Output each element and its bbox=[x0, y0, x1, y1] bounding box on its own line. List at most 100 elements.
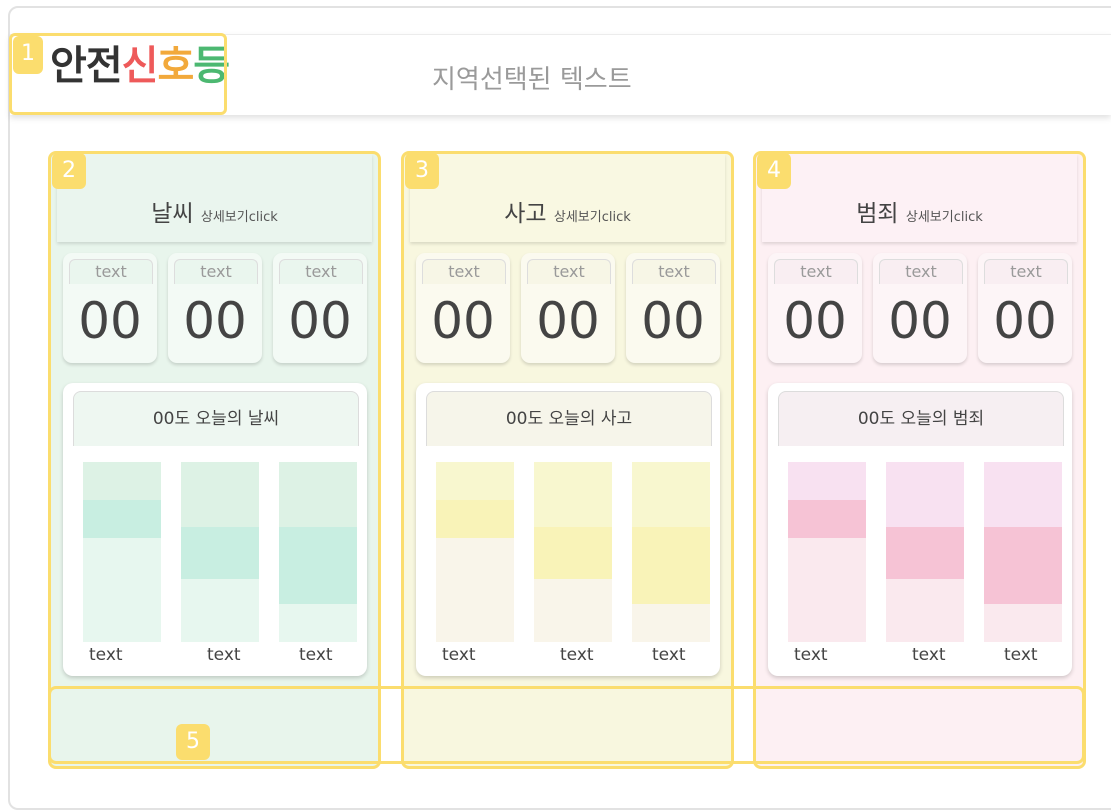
bar-label: text bbox=[560, 645, 594, 665]
bar-fill-segment bbox=[83, 500, 161, 538]
bar-label: text bbox=[299, 645, 333, 665]
annotation-badge-5: 5 bbox=[176, 724, 210, 760]
stat-label: text bbox=[422, 259, 506, 284]
bar-top-segment bbox=[886, 462, 964, 527]
bar-column bbox=[181, 462, 259, 642]
bar-fill-segment bbox=[436, 500, 514, 538]
stat-label: text bbox=[174, 259, 258, 284]
annotation-badge-1: 1 bbox=[13, 36, 43, 74]
stat-card: text 00 bbox=[273, 253, 367, 363]
stat-card: text 00 bbox=[873, 253, 967, 363]
bar-base-segment bbox=[279, 604, 357, 642]
stat-card: text 00 bbox=[168, 253, 262, 363]
stat-card: text 00 bbox=[416, 253, 510, 363]
panel-header[interactable]: 사고 상세보기click bbox=[410, 154, 725, 242]
detail-link[interactable]: 상세보기click bbox=[906, 210, 983, 225]
chart-card: 00도 오늘의 사고 text text text bbox=[416, 383, 720, 676]
crime-panel: 범죄 상세보기click text 00 text 00 text 00 00도 오늘… bbox=[753, 151, 1086, 769]
bar-base-segment bbox=[181, 579, 259, 642]
stat-label: text bbox=[632, 259, 716, 284]
annotation-badge-4: 4 bbox=[757, 153, 791, 189]
bar-label: text bbox=[912, 645, 946, 665]
stat-card: text 00 bbox=[626, 253, 720, 363]
stat-label: text bbox=[774, 259, 858, 284]
stat-value: 00 bbox=[993, 292, 1057, 350]
bar-column bbox=[436, 462, 514, 642]
annotation-badge-2: 2 bbox=[52, 153, 86, 189]
bar-fill-segment bbox=[534, 527, 612, 579]
stat-value: 00 bbox=[183, 292, 247, 350]
bar-column bbox=[984, 462, 1062, 642]
bar-base-segment bbox=[788, 538, 866, 642]
bar-top-segment bbox=[83, 462, 161, 500]
bar-label: text bbox=[89, 645, 123, 665]
panel-title-text: 날씨 bbox=[151, 201, 194, 227]
bar-fill-segment bbox=[984, 527, 1062, 604]
bar-label: text bbox=[794, 645, 828, 665]
bar-top-segment bbox=[534, 462, 612, 527]
bar-fill-segment bbox=[886, 527, 964, 579]
bar-base-segment bbox=[83, 538, 161, 642]
bar-column bbox=[788, 462, 866, 642]
chart-title: 00도 오늘의 사고 bbox=[426, 391, 712, 446]
detail-link[interactable]: 상세보기click bbox=[201, 210, 278, 225]
chart-title: 00도 오늘의 날씨 bbox=[73, 391, 359, 446]
panel-body: 날씨 상세보기click text 00 text 00 text 00 00도 오늘… bbox=[57, 154, 372, 766]
panel-body: 범죄 상세보기click text 00 text 00 text 00 00도 오늘… bbox=[762, 154, 1077, 766]
bar-column bbox=[279, 462, 357, 642]
panel-title[interactable]: 범죄 상세보기click bbox=[762, 194, 1077, 228]
bar-label: text bbox=[442, 645, 476, 665]
bar-base-segment bbox=[632, 604, 710, 642]
bar-fill-segment bbox=[279, 527, 357, 604]
bar-column bbox=[632, 462, 710, 642]
region-text[interactable]: 지역선택된 텍스트 bbox=[432, 59, 632, 96]
bar-top-segment bbox=[984, 462, 1062, 527]
bar-fill-segment bbox=[632, 527, 710, 604]
panel-title-text: 사고 bbox=[504, 201, 547, 227]
chart-title: 00도 오늘의 범죄 bbox=[778, 391, 1064, 446]
bar-label: text bbox=[207, 645, 241, 665]
stat-card: text 00 bbox=[768, 253, 862, 363]
bar-label: text bbox=[1004, 645, 1038, 665]
stat-card: text 00 bbox=[63, 253, 157, 363]
stat-label: text bbox=[69, 259, 153, 284]
panel-title-text: 범죄 bbox=[856, 201, 899, 227]
chart-card: 00도 오늘의 범죄 text text text bbox=[768, 383, 1072, 676]
bar-base-segment bbox=[984, 604, 1062, 642]
bar-column bbox=[83, 462, 161, 642]
panel-title[interactable]: 날씨 상세보기click bbox=[57, 194, 372, 228]
panel-body: 사고 상세보기click text 00 text 00 text 00 00도 오늘… bbox=[410, 154, 725, 766]
bar-top-segment bbox=[788, 462, 866, 500]
bar-fill-segment bbox=[788, 500, 866, 538]
chart-card: 00도 오늘의 날씨 text text text bbox=[63, 383, 367, 676]
bar-top-segment bbox=[279, 462, 357, 527]
stat-label: text bbox=[984, 259, 1068, 284]
bar-top-segment bbox=[632, 462, 710, 527]
stat-value: 00 bbox=[783, 292, 847, 350]
stat-label: text bbox=[279, 259, 363, 284]
stat-value: 00 bbox=[78, 292, 142, 350]
detail-link[interactable]: 상세보기click bbox=[554, 210, 631, 225]
bar-base-segment bbox=[886, 579, 964, 642]
panel-header[interactable]: 날씨 상세보기click bbox=[57, 154, 372, 242]
stat-card: text 00 bbox=[521, 253, 615, 363]
stat-label: text bbox=[527, 259, 611, 284]
stat-value: 00 bbox=[536, 292, 600, 350]
bar-label: text bbox=[652, 645, 686, 665]
bar-top-segment bbox=[436, 462, 514, 500]
stat-value: 00 bbox=[888, 292, 952, 350]
stat-label: text bbox=[879, 259, 963, 284]
stat-value: 00 bbox=[641, 292, 705, 350]
stat-value: 00 bbox=[288, 292, 352, 350]
bar-top-segment bbox=[181, 462, 259, 527]
accident-panel: 사고 상세보기click text 00 text 00 text 00 00도 오늘… bbox=[401, 151, 734, 769]
panel-title[interactable]: 사고 상세보기click bbox=[410, 194, 725, 228]
stat-value: 00 bbox=[431, 292, 495, 350]
bar-fill-segment bbox=[181, 527, 259, 579]
bar-base-segment bbox=[436, 538, 514, 642]
bar-base-segment bbox=[534, 579, 612, 642]
panel-header[interactable]: 범죄 상세보기click bbox=[762, 154, 1077, 242]
stat-card: text 00 bbox=[978, 253, 1072, 363]
bar-column bbox=[534, 462, 612, 642]
bar-column bbox=[886, 462, 964, 642]
